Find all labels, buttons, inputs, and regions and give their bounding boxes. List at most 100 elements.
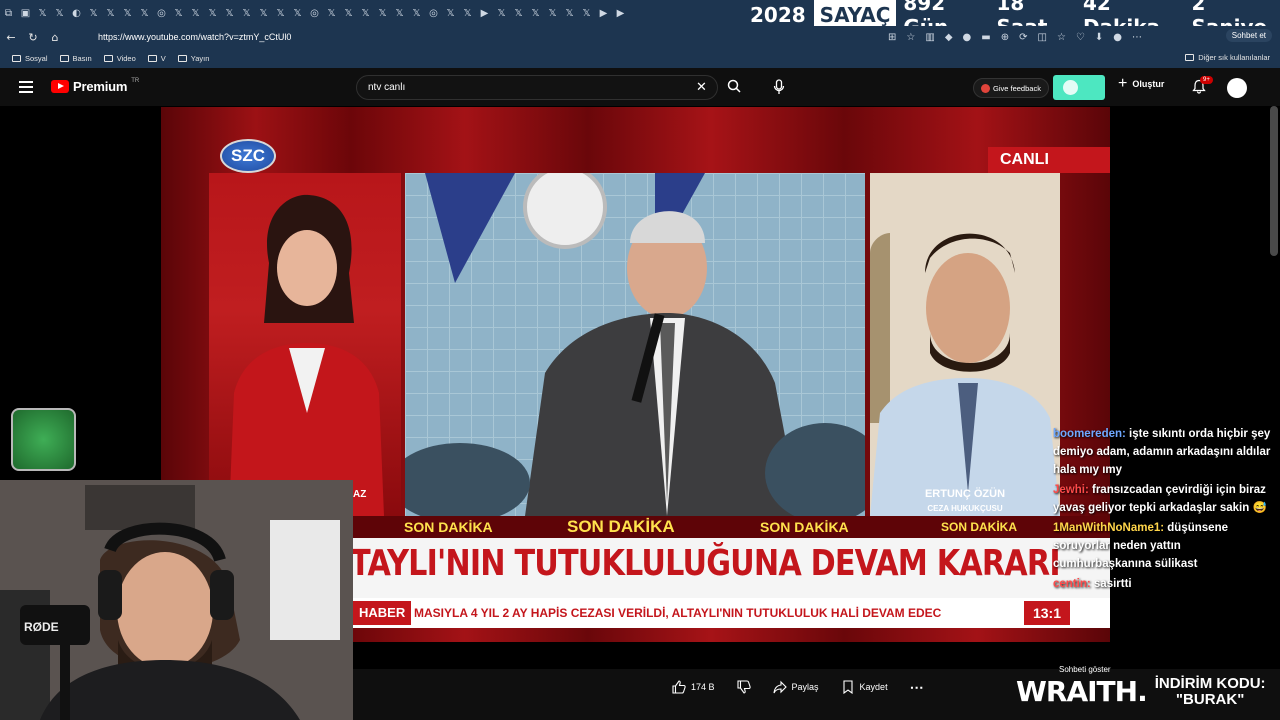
search-box[interactable]: ntv canlı ✕ [356, 75, 718, 100]
chat-message: 1ManWithNoName1: düşünsene soruyorlar ne… [1053, 519, 1278, 573]
reload-icon[interactable]: ↻ [22, 31, 44, 44]
refresh-extension-icon[interactable]: ⟳ [1019, 32, 1027, 43]
news-headline: TAYLI'NIN TUTUKLULUĞUNA DEVAM KARARI [350, 543, 1061, 584]
browser-tab[interactable]: ◐ [68, 0, 85, 26]
browser-tab[interactable]: 𝕏 [238, 0, 255, 26]
browser-tab[interactable]: 𝕏 [51, 0, 68, 26]
browser-tab[interactable]: 𝕏 [34, 0, 51, 26]
browser-tab[interactable]: 𝕏 [204, 0, 221, 26]
hamburger-menu-icon[interactable] [19, 81, 33, 93]
jar-widget [11, 408, 76, 471]
browser-tab[interactable]: 𝕏 [510, 0, 527, 26]
downloads-icon[interactable]: ⬇ [1095, 32, 1103, 43]
folder-icon [12, 54, 21, 62]
browser-tab[interactable]: 𝕏 [136, 0, 153, 26]
youtube-play-icon [51, 80, 69, 93]
browser-tab[interactable]: 𝕏 [102, 0, 119, 26]
extension-icon[interactable]: ▥ [925, 32, 934, 43]
browser-tab[interactable]: 𝕏 [187, 0, 204, 26]
give-feedback-button[interactable]: Give feedback [973, 78, 1049, 98]
bookmark-label: Yayın [190, 53, 210, 63]
url-field[interactable]: https://www.youtube.com/watch?v=ztmY_cCt… [72, 28, 868, 46]
share-button[interactable]: Paylaş [772, 680, 819, 694]
save-button[interactable]: Kaydet [841, 680, 888, 694]
browser-tab[interactable]: 𝕏 [544, 0, 561, 26]
workspaces-icon[interactable]: ⧉ [0, 0, 17, 26]
browser-tab[interactable]: 𝕏 [493, 0, 510, 26]
split-screen-icon[interactable]: ◫ [1037, 32, 1046, 43]
chat-username: 1ManWithNoName1: [1053, 522, 1165, 534]
copilot-button[interactable]: Sohbet et [1225, 29, 1272, 42]
extension-toggle[interactable] [1053, 75, 1105, 100]
browser-tab[interactable]: 𝕏 [221, 0, 238, 26]
dislike-button[interactable] [736, 680, 751, 694]
guest-title: CEZA HUKUKÇUSU [927, 504, 1003, 513]
browser-tab[interactable]: 𝕏 [374, 0, 391, 26]
clear-search-icon[interactable]: ✕ [696, 80, 707, 95]
anchor-camera [209, 173, 401, 516]
browser-tab[interactable]: 𝕏 [272, 0, 289, 26]
bookmark-yayin[interactable]: Yayın [177, 53, 210, 63]
back-icon[interactable]: ← [0, 31, 22, 44]
page-scrollbar[interactable] [1270, 106, 1278, 256]
browser-tab[interactable]: 𝕏 [85, 0, 102, 26]
browser-tab[interactable]: 𝕏 [289, 0, 306, 26]
favorite-star-icon[interactable]: ☆ [906, 32, 915, 43]
thumbs-up-icon [672, 680, 686, 694]
favorites-icon[interactable]: ☆ [1057, 32, 1066, 43]
browser-tab[interactable]: ◎ [425, 0, 442, 26]
guest-name: ERTUNÇ ÖZÜN [924, 488, 1006, 500]
home-icon[interactable]: ⌂ [44, 31, 66, 44]
more-actions-button[interactable]: ⋯ [910, 679, 924, 696]
bookmark-sosyal[interactable]: Sosyal [12, 54, 48, 63]
chat-message: centin: sasirtti [1053, 575, 1278, 593]
app-icon[interactable]: ⊞ [888, 32, 896, 43]
extension-icon[interactable]: ◆ [945, 32, 953, 43]
browser-tab[interactable]: 𝕏 [323, 0, 340, 26]
youtube-logo[interactable]: Premium TR [51, 78, 139, 94]
bookmark-video[interactable]: Video [103, 54, 136, 63]
bookmark-basin[interactable]: Basın [59, 54, 92, 63]
browser-tab[interactable]: ◎ [306, 0, 323, 26]
browser-tab[interactable]: 𝕏 [170, 0, 187, 26]
more-icon[interactable]: ⋯ [1132, 32, 1142, 43]
folder-icon [59, 54, 69, 62]
browser-tab[interactable]: ◎ [153, 0, 170, 26]
speaker-camera [405, 173, 865, 516]
breaking-label: SON DAKİKA [567, 517, 675, 536]
extension-icon[interactable]: ● [963, 32, 972, 43]
browser-tab[interactable]: 𝕏 [391, 0, 408, 26]
like-count: 174 B [691, 682, 715, 692]
browser-tab[interactable]: 𝕏 [527, 0, 544, 26]
browser-tab[interactable]: 𝕏 [357, 0, 374, 26]
show-chat-button[interactable]: Sohbeti göster [1059, 665, 1111, 674]
other-bookmarks[interactable]: Diğer sık kullanılanlar [1185, 53, 1270, 62]
browser-tab[interactable]: 𝕏 [561, 0, 578, 26]
extension-icon[interactable]: ▬ [981, 32, 990, 43]
browser-tab[interactable]: ▶ [476, 0, 493, 26]
account-avatar[interactable] [1227, 78, 1247, 98]
profile-icon[interactable]: ● [1113, 32, 1122, 43]
browser-tab[interactable]: 𝕏 [442, 0, 459, 26]
collections-icon[interactable]: ♡ [1076, 32, 1085, 43]
browser-tab[interactable]: ▶ [595, 0, 612, 26]
search-icon[interactable] [727, 79, 741, 93]
browser-tab[interactable]: 𝕏 [340, 0, 357, 26]
browser-tab[interactable]: 𝕏 [408, 0, 425, 26]
create-button[interactable]: + Oluştur [1118, 76, 1164, 92]
browser-tab[interactable]: ▶ [612, 0, 629, 26]
counter-year: 2028 [750, 3, 806, 27]
browser-tab[interactable]: 𝕏 [578, 0, 595, 26]
search-input[interactable]: ntv canlı [368, 82, 405, 93]
browser-tab[interactable]: 𝕏 [119, 0, 136, 26]
streamer-figure: RØDE [0, 480, 353, 720]
bookmark-label: Sosyal [25, 53, 48, 63]
microphone-icon[interactable] [773, 79, 785, 95]
browser-tab[interactable]: 𝕏 [459, 0, 476, 26]
extension-icon[interactable]: ⊕ [1001, 32, 1009, 43]
browser-tab[interactable]: 𝕏 [255, 0, 272, 26]
like-button[interactable]: 174 B [672, 680, 715, 694]
folder-icon [177, 54, 187, 62]
tab-actions-icon[interactable]: ▣ [17, 0, 34, 26]
bookmark-v[interactable]: V [147, 54, 166, 63]
